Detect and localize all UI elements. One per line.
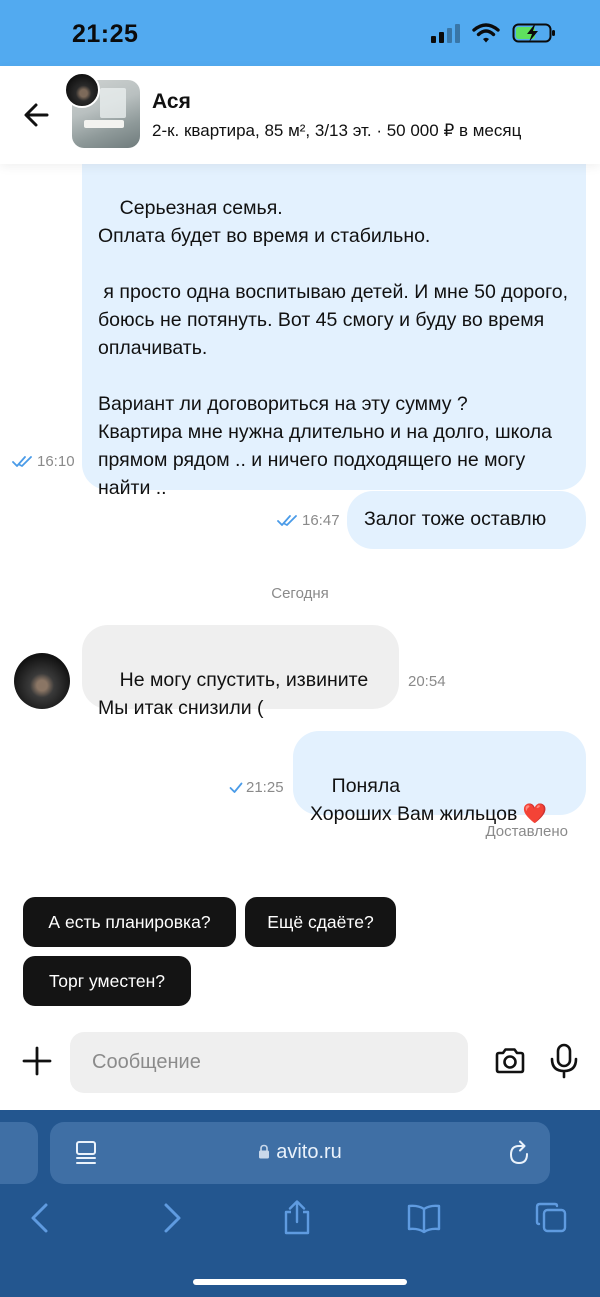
camera-icon[interactable] (493, 1044, 527, 1078)
share-icon[interactable] (280, 1200, 314, 1236)
listing-info[interactable]: 2-к. квартира, 85 м², 3/13 эт. · 50 000 … (152, 121, 521, 141)
message-bubble-outgoing[interactable]: Серьезная семья. Оплата будет во время и… (82, 150, 586, 499)
delivery-status: Доставлено (485, 823, 568, 840)
message-time: 21:25 (246, 779, 284, 796)
status-bar: 21:25 (0, 0, 600, 66)
message-meta: 16:47 (277, 512, 340, 529)
message-text: Не могу спустить, извините Мы итак снизи… (98, 669, 369, 719)
message-text: Поняла Хороших Вам жильцов ❤️ (310, 775, 548, 825)
message-list[interactable]: Серьезная семья. Оплата будет во время и… (0, 150, 600, 886)
double-check-icon (12, 455, 32, 467)
message-bubble-outgoing[interactable]: Залог тоже оставлю (347, 491, 586, 549)
message-bubble-outgoing[interactable]: Поняла Хороших Вам жильцов ❤️ (293, 731, 586, 825)
microphone-icon[interactable] (548, 1043, 580, 1079)
forward-icon[interactable] (154, 1200, 188, 1236)
contact-name[interactable]: Ася (152, 90, 191, 114)
quick-replies: А есть планировка? Ещё сдаёте? Торг умес… (0, 886, 600, 1026)
back-arrow-icon[interactable] (20, 98, 54, 132)
battery-charging-icon (512, 23, 555, 43)
message-time: 16:47 (302, 512, 340, 529)
cellular-signal-icon (431, 23, 460, 43)
avatar[interactable] (64, 72, 100, 108)
single-check-icon (229, 782, 243, 793)
url-field[interactable]: avito.ru (50, 1141, 550, 1164)
double-check-icon (277, 514, 297, 526)
message-meta: 20:54 (408, 673, 446, 690)
lock-icon (259, 1144, 270, 1159)
status-time: 21:25 (72, 20, 139, 48)
message-bubble-incoming[interactable]: Не могу спустить, извините Мы итак снизи… (82, 625, 399, 719)
url-text: avito.ru (276, 1141, 342, 1163)
back-icon[interactable] (24, 1200, 58, 1236)
message-text: Серьезная семья. Оплата будет во время и… (98, 197, 569, 499)
reload-icon[interactable] (506, 1139, 532, 1167)
avatar[interactable] (14, 653, 70, 709)
chat-header: Ася 2-к. квартира, 85 м², 3/13 эт. · 50 … (0, 66, 600, 164)
message-text: Залог тоже оставлю (364, 508, 547, 530)
message-time: 20:54 (408, 673, 446, 690)
message-input[interactable] (70, 1032, 468, 1093)
wifi-icon (472, 23, 500, 43)
message-meta: 16:10 (12, 453, 75, 470)
tabs-icon[interactable] (534, 1200, 568, 1236)
previous-tab[interactable] (0, 1122, 38, 1184)
date-separator: Сегодня (271, 585, 329, 602)
home-indicator[interactable] (193, 1279, 407, 1285)
bookmarks-icon[interactable] (407, 1200, 441, 1236)
address-bar[interactable]: avito.ru (50, 1122, 550, 1184)
message-meta: 21:25 (229, 779, 284, 796)
status-icons (431, 22, 556, 44)
plus-icon[interactable] (20, 1044, 54, 1078)
quick-reply-chip[interactable]: Торг уместен? (23, 956, 191, 1006)
quick-reply-chip[interactable]: Ещё сдаёте? (245, 897, 396, 947)
message-time: 16:10 (37, 453, 75, 470)
quick-reply-chip[interactable]: А есть планировка? (23, 897, 236, 947)
